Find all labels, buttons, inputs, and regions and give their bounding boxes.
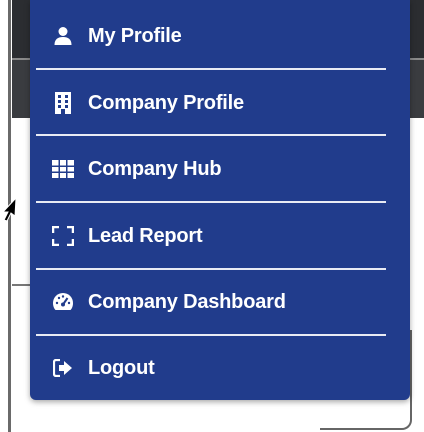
menu-item-lead-report[interactable]: Lead Report [30, 203, 410, 269]
user-icon [52, 25, 74, 47]
menu-item-my-profile[interactable]: My Profile [30, 3, 410, 69]
grid-icon [52, 158, 74, 180]
menu-item-label: My Profile [88, 24, 182, 47]
menu-item-label: Company Hub [88, 157, 222, 180]
menu-item-label: Company Dashboard [88, 290, 286, 313]
menu-item-company-profile[interactable]: Company Profile [30, 70, 410, 136]
menu-item-company-hub[interactable]: Company Hub [30, 136, 410, 202]
user-dropdown-menu: My Profile Company Profile Company Hub L… [30, 0, 410, 400]
menu-item-logout[interactable]: Logout [30, 335, 410, 401]
menu-item-label: Company Profile [88, 91, 244, 114]
menu-item-label: Lead Report [88, 224, 203, 247]
menu-item-label: Logout [88, 356, 155, 379]
mouse-cursor-icon [1, 196, 17, 222]
building-icon [52, 92, 74, 114]
screen: My Profile Company Profile Company Hub L… [0, 0, 424, 432]
frame-icon [52, 225, 74, 247]
sign-out-icon [52, 357, 74, 379]
tachometer-icon [52, 291, 74, 313]
menu-item-company-dashboard[interactable]: Company Dashboard [30, 269, 410, 335]
